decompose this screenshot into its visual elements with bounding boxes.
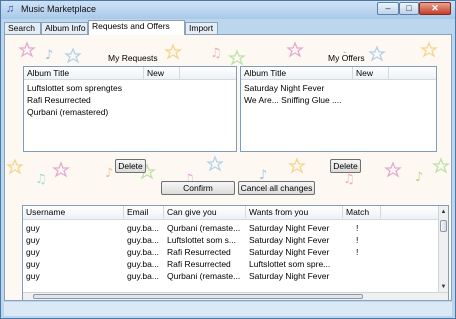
column-album-title[interactable]: Album Title: [241, 67, 353, 79]
table-row[interactable]: guy guy.ba... Qurbani (remaste... Saturd…: [23, 222, 448, 234]
column-new[interactable]: New: [353, 67, 389, 79]
match-cell: !: [356, 223, 359, 233]
svg-text:♫: ♫: [343, 172, 355, 187]
column-match[interactable]: Match: [343, 206, 381, 218]
tab-album-info[interactable]: Album Info: [41, 22, 88, 34]
username-cell: guy: [26, 223, 40, 233]
table-header: Album Title New: [24, 67, 236, 80]
table-row[interactable]: guy guy.ba... Rafi Resurrected Saturday …: [23, 246, 448, 258]
column-new[interactable]: New: [144, 67, 180, 79]
tab-import[interactable]: Import: [185, 22, 218, 34]
column-email[interactable]: Email: [124, 206, 164, 218]
album-title-cell: Rafi Resurrected: [27, 95, 91, 105]
table-row[interactable]: guy guy.ba... Luftslottet som s... Satur…: [23, 234, 448, 246]
can-give-cell: Qurbani (remaste...: [167, 223, 241, 233]
table-row[interactable]: guy guy.ba... Rafi Resurrected Luftslott…: [23, 258, 448, 270]
username-cell: guy: [26, 259, 40, 269]
svg-text:♪: ♪: [105, 166, 113, 181]
scroll-up-arrow-icon[interactable]: ▲: [439, 208, 448, 217]
list-item[interactable]: Rafi Resurrected: [24, 94, 236, 106]
wants-from-cell: Luftslottet som spre...: [249, 259, 331, 269]
my-offers-label: My Offers: [326, 53, 367, 63]
main-window: ♫ Music Marketplace – □ ✕ Search Album I…: [0, 0, 456, 319]
username-cell: guy: [26, 271, 40, 281]
album-title-cell: Qurbani (remastered): [27, 107, 109, 117]
album-title-cell: Luftslottet som sprengtes: [27, 83, 122, 93]
list-item[interactable]: We Are... Sniffing Glue ....: [241, 94, 436, 106]
tab-requests-and-offers[interactable]: Requests and Offers: [88, 20, 185, 35]
match-cell: [353, 270, 373, 282]
svg-text:♫: ♫: [210, 46, 222, 61]
scrollbar-thumb[interactable]: [440, 220, 447, 232]
email-cell: guy.ba...: [127, 223, 159, 233]
delete-offer-button[interactable]: Delete: [330, 159, 361, 173]
match-cell: !: [356, 235, 359, 245]
requests-offers-panel: ♪ ♫ ♪ ♫ ♪ ♫ ♪ ♫ ♪ My Requests Album Titl…: [4, 34, 452, 301]
table-row[interactable]: guy guy.ba... Qurbani (remaste... Saturd…: [23, 270, 448, 282]
column-username[interactable]: Username: [23, 206, 124, 218]
matches-table[interactable]: Username Email Can give you Wants from y…: [22, 205, 449, 300]
my-requests-table[interactable]: Album Title New Luftslottet som sprengte…: [23, 66, 237, 152]
wants-from-cell: Saturday Night Fever: [249, 247, 330, 257]
vertical-scrollbar[interactable]: ▲ ▼: [438, 206, 448, 293]
wants-from-cell: Saturday Night Fever: [249, 271, 330, 281]
can-give-cell: Rafi Resurrected: [167, 259, 231, 269]
username-cell: guy: [26, 247, 40, 257]
status-bar: [4, 302, 452, 316]
cancel-all-changes-button[interactable]: Cancel all changes: [238, 181, 315, 195]
svg-text:♫: ♫: [35, 172, 47, 187]
username-cell: guy: [26, 235, 40, 245]
horizontal-scrollbar-thumb[interactable]: [33, 294, 363, 299]
horizontal-scrollbar[interactable]: [23, 292, 448, 300]
album-title-cell: We Are... Sniffing Glue ....: [244, 95, 342, 105]
email-cell: guy.ba...: [127, 247, 159, 257]
my-requests-label: My Requests: [106, 53, 160, 63]
scroll-down-arrow-icon[interactable]: ▼: [439, 283, 448, 292]
svg-text:♪: ♪: [415, 170, 423, 185]
my-offers-table[interactable]: Album Title New Saturday Night Fever We …: [240, 66, 437, 152]
match-cell: [353, 258, 373, 270]
svg-text:♪: ♪: [45, 48, 53, 63]
minimize-button[interactable]: –: [377, 2, 399, 15]
table-header: Username Email Can give you Wants from y…: [23, 206, 448, 220]
window-title: Music Marketplace: [21, 4, 97, 14]
email-cell: guy.ba...: [127, 259, 159, 269]
table-header: Album Title New: [241, 67, 436, 80]
column-can-give-you[interactable]: Can give you: [164, 206, 246, 218]
list-item[interactable]: Qurbani (remastered): [24, 106, 236, 118]
email-cell: guy.ba...: [127, 271, 159, 281]
maximize-button[interactable]: □: [399, 2, 419, 15]
music-note-icon: ♫: [6, 3, 15, 15]
wants-from-cell: Saturday Night Fever: [249, 223, 330, 233]
email-cell: guy.ba...: [127, 235, 159, 245]
column-album-title[interactable]: Album Title: [24, 67, 144, 79]
wants-from-cell: Saturday Night Fever: [249, 235, 330, 245]
album-title-cell: Saturday Night Fever: [244, 83, 325, 93]
match-cell: !: [356, 247, 359, 257]
can-give-cell: Luftslottet som s...: [167, 235, 236, 245]
column-wants-from-you[interactable]: Wants from you: [246, 206, 343, 218]
can-give-cell: Rafi Resurrected: [167, 247, 231, 257]
confirm-button[interactable]: Confirm: [161, 181, 235, 195]
tab-search[interactable]: Search: [4, 22, 41, 34]
close-button[interactable]: ✕: [419, 2, 451, 15]
title-bar[interactable]: ♫ Music Marketplace – □ ✕: [1, 1, 455, 19]
delete-request-button[interactable]: Delete: [115, 159, 146, 173]
can-give-cell: Qurbani (remaste...: [167, 271, 241, 281]
list-item[interactable]: Luftslottet som sprengtes: [24, 82, 236, 94]
list-item[interactable]: Saturday Night Fever: [241, 82, 436, 94]
